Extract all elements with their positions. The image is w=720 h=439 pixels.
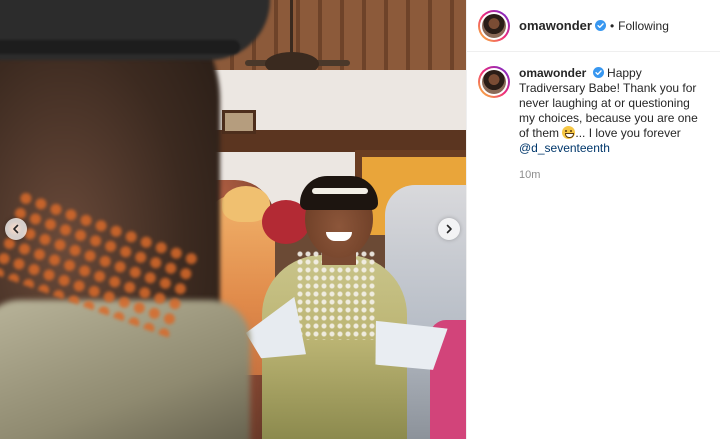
post-side-panel: omawonder • Following omawonder Happy Tr…	[466, 0, 720, 439]
caption-username[interactable]: omawonder	[519, 66, 586, 80]
foreground-hat-brim	[0, 40, 240, 54]
caption-comment: omawonder Happy Tradiversary Babe! Thank…	[467, 52, 720, 183]
next-photo-button[interactable]	[438, 218, 460, 240]
verified-badge-icon	[594, 20, 606, 31]
avatar-image	[482, 13, 506, 38]
verified-badge-icon	[592, 67, 604, 78]
post-timestamp[interactable]: 10m	[519, 168, 699, 183]
header-username[interactable]: omawonder	[519, 18, 592, 33]
caption-avatar[interactable]	[478, 66, 510, 98]
separator-dot: •	[609, 18, 615, 33]
avatar-image	[482, 70, 506, 94]
bride-crown	[312, 188, 368, 194]
following-button[interactable]: Following	[618, 19, 669, 33]
previous-photo-button[interactable]	[5, 218, 27, 240]
caption-body: omawonder Happy Tradiversary Babe! Thank…	[519, 66, 699, 183]
chevron-right-icon	[446, 224, 452, 234]
caption-text-continued: ... I love you forever	[575, 126, 681, 140]
mention-link[interactable]: @d_seventeenth	[519, 141, 610, 155]
post-header: omawonder • Following	[467, 0, 720, 52]
wall-picture	[222, 110, 256, 134]
avatar[interactable]	[478, 9, 510, 42]
grinning-face-emoji	[562, 126, 576, 139]
chevron-left-icon	[13, 224, 19, 234]
ceiling-fan-rod	[290, 0, 293, 54]
post-photo[interactable]	[0, 0, 466, 439]
